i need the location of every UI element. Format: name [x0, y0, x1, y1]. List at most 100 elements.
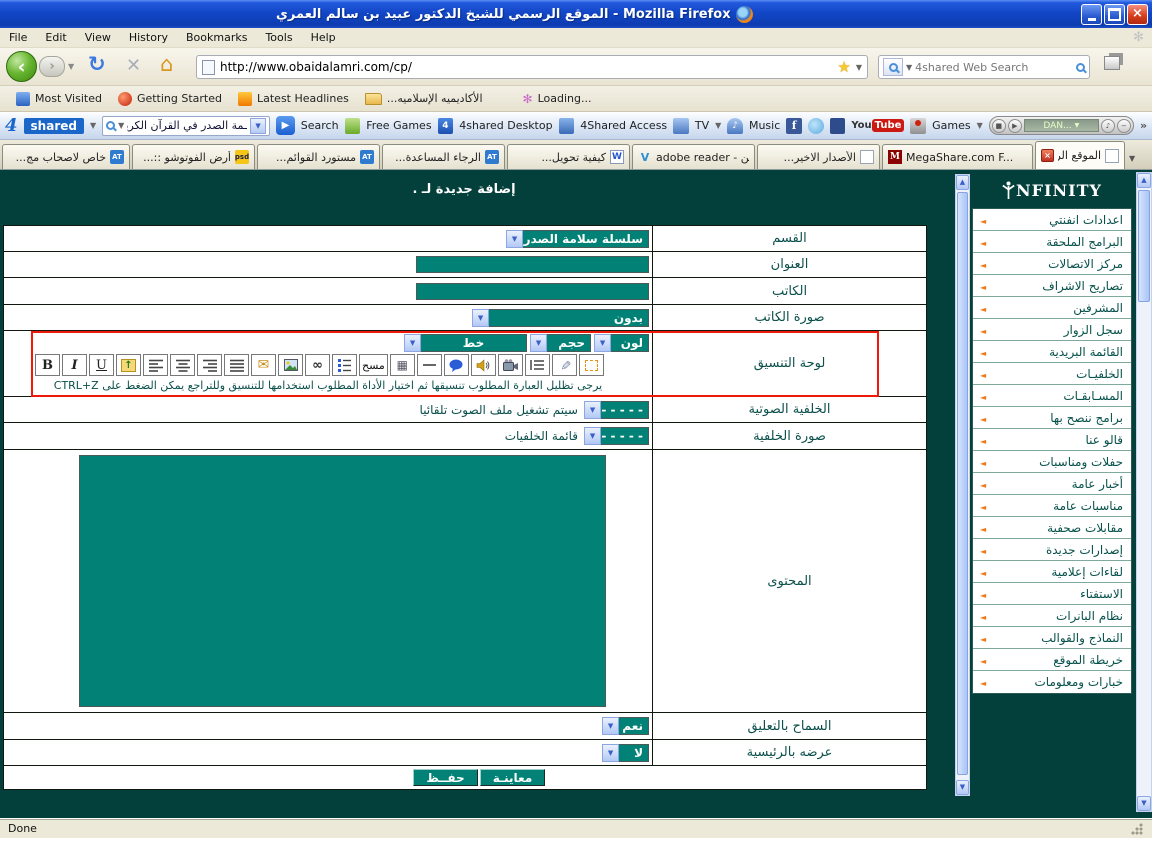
insert-link-button[interactable]: ∞	[305, 354, 330, 376]
bookmark-most-visited[interactable]: Most Visited	[8, 90, 110, 108]
search-type-dropdown-icon[interactable]: ▼	[118, 121, 124, 130]
bookmark-latest-headlines[interactable]: Latest Headlines	[230, 90, 357, 108]
size-select[interactable]: حجم	[530, 334, 591, 352]
forward-button[interactable]: ›	[39, 56, 65, 77]
indent-button[interactable]	[525, 354, 550, 376]
color-select[interactable]: لون	[594, 334, 649, 352]
scrollbar-thumb[interactable]	[1138, 190, 1150, 302]
tab-megashare[interactable]: M MegaShare.com F...	[882, 144, 1033, 169]
sidebar-item-general-occasions[interactable]: مناسبات عامة	[973, 495, 1131, 517]
menu-view[interactable]: View	[76, 29, 120, 46]
sidebar-item-parties-events[interactable]: حفلات ومناسبات	[973, 451, 1131, 473]
sidebar-item-sitemap[interactable]: خريطة الموقع	[973, 649, 1131, 671]
chevron-down-icon[interactable]	[404, 334, 421, 352]
music-link[interactable]: Music	[749, 119, 780, 132]
close-button[interactable]	[1127, 4, 1148, 25]
sidebar-item-forms-templates[interactable]: النماذج والقوالب	[973, 627, 1131, 649]
bookmark-loading[interactable]: ✻ Loading...	[515, 90, 600, 108]
underline-button[interactable]: U	[89, 354, 114, 376]
font-select[interactable]: خط	[404, 334, 527, 352]
back-button[interactable]: ‹	[6, 51, 37, 82]
player-minimize-button[interactable]: −	[1117, 119, 1131, 133]
horizontal-rule-button[interactable]	[417, 354, 442, 376]
sidebar-item-poll[interactable]: الاستفتاء	[973, 583, 1131, 605]
sidebar-item-moderators[interactable]: المشرفين	[973, 297, 1131, 319]
fourshared-logo-dropdown-icon[interactable]: ▼	[90, 121, 96, 130]
sidebar-item-backgrounds[interactable]: الخلفيـات	[973, 363, 1131, 385]
chevron-down-icon[interactable]	[602, 744, 619, 762]
emoticons-button[interactable]: ▦	[390, 354, 415, 376]
menu-tools[interactable]: Tools	[256, 29, 301, 46]
email-button[interactable]: ✉	[251, 354, 276, 376]
title-input[interactable]	[416, 256, 649, 273]
bg-image-select[interactable]: - - - - -	[584, 427, 649, 445]
myspace-icon[interactable]	[830, 118, 846, 134]
tv-link[interactable]: TV	[695, 119, 709, 132]
show-home-select[interactable]: لا	[602, 744, 649, 762]
justify-button[interactable]	[224, 354, 249, 376]
sidebar-item-moderation-permits[interactable]: تصاريح الاشراف	[973, 275, 1131, 297]
fourshared-search-go-icon[interactable]: ▶	[276, 116, 295, 135]
bookmark-getting-started[interactable]: Getting Started	[110, 90, 230, 108]
align-left-button[interactable]	[143, 354, 168, 376]
chevron-down-icon[interactable]	[472, 309, 489, 327]
free-games-link[interactable]: Free Games	[366, 119, 431, 132]
sidebar-item-press-interviews[interactable]: مقابلات صحفية	[973, 517, 1131, 539]
stop-button[interactable]: ✕	[126, 55, 141, 76]
reload-button[interactable]: ↻	[88, 52, 106, 76]
player-track-dropdown-icon[interactable]: ▼	[1075, 122, 1080, 129]
bookmark-star-icon[interactable]: ★	[837, 58, 850, 76]
chevron-down-icon[interactable]	[594, 334, 611, 352]
bookmark-folder-academy[interactable]: الأكاديميه الإسلاميه...	[357, 90, 491, 107]
scroll-up-icon[interactable]: ▲	[1137, 173, 1151, 188]
menu-history[interactable]: History	[120, 29, 177, 46]
section-select[interactable]: سلسلة سلامة الصدر	[506, 230, 649, 248]
chevron-down-icon[interactable]	[584, 401, 601, 419]
italic-button[interactable]: I	[62, 354, 87, 376]
sidebar-scrollbar[interactable]: ▲ ▼	[1136, 172, 1152, 812]
player-volume-button[interactable]: ♪	[1101, 119, 1115, 133]
insert-image-button[interactable]	[278, 354, 303, 376]
restore-button[interactable]	[1104, 4, 1125, 25]
content-textarea[interactable]	[79, 455, 606, 707]
menu-bookmarks[interactable]: Bookmarks	[177, 29, 256, 46]
insert-sound-button[interactable]	[471, 354, 496, 376]
fourshared-search-button[interactable]: Search	[301, 119, 339, 132]
scrollbar-thumb[interactable]	[957, 192, 968, 775]
tab-photoshop-land[interactable]: psd أرض الفوتوشو ::...	[132, 144, 255, 169]
sidebar-item-news-info[interactable]: خبارات ومعلومات	[973, 671, 1131, 693]
align-center-button[interactable]	[170, 354, 195, 376]
twitter-icon[interactable]	[808, 118, 824, 134]
align-right-button[interactable]	[197, 354, 222, 376]
fourshared-search-combo[interactable]: ▼ ـمة الصدر في القرآن الكريم ▼	[102, 116, 270, 136]
chevron-down-icon[interactable]	[530, 334, 547, 352]
scroll-down-icon[interactable]: ▼	[956, 780, 969, 795]
tab-adobe-reader[interactable]: V adobe reader - من...	[632, 144, 755, 169]
tv-dropdown-icon[interactable]: ▼	[715, 121, 721, 130]
games-dropdown-icon[interactable]: ▼	[977, 121, 983, 130]
player-stop-button[interactable]: ■	[992, 119, 1006, 133]
menu-file[interactable]: File	[0, 29, 36, 46]
toolbar-overflow-chevron-icon[interactable]: »	[1140, 119, 1147, 132]
resize-grip-icon[interactable]	[1130, 822, 1144, 836]
allow-comments-select[interactable]: نعم	[602, 717, 649, 735]
sidebar-item-recommended-programs[interactable]: برامج ننصح بها	[973, 407, 1131, 429]
menu-edit[interactable]: Edit	[36, 29, 75, 46]
search-engine-dropdown-icon[interactable]: ▼	[906, 63, 912, 72]
scroll-up-icon[interactable]: ▲	[956, 175, 969, 190]
sidebar-item-mailing-list[interactable]: القائمة البريدية	[973, 341, 1131, 363]
combo-dropdown-icon[interactable]: ▼	[250, 118, 266, 134]
fourshared-access-link[interactable]: 4Shared Access	[580, 119, 667, 132]
tab-groups-icon[interactable]	[1104, 56, 1120, 70]
youtube-link[interactable]: You Tube	[851, 119, 904, 132]
player-play-button[interactable]: ▶	[1008, 119, 1022, 133]
ordered-list-button[interactable]	[332, 354, 357, 376]
url-dropdown-icon[interactable]: ▼	[856, 63, 862, 72]
quote-button[interactable]	[444, 354, 469, 376]
preview-button[interactable]: معاينـة	[480, 769, 545, 786]
sidebar-item-contact-center[interactable]: مركز الاتصالات	[973, 253, 1131, 275]
tab-close-icon[interactable]	[1041, 149, 1054, 162]
author-image-select[interactable]: بدون	[472, 309, 649, 327]
search-go-icon[interactable]	[1076, 63, 1085, 72]
bold-button[interactable]: B	[35, 354, 60, 376]
